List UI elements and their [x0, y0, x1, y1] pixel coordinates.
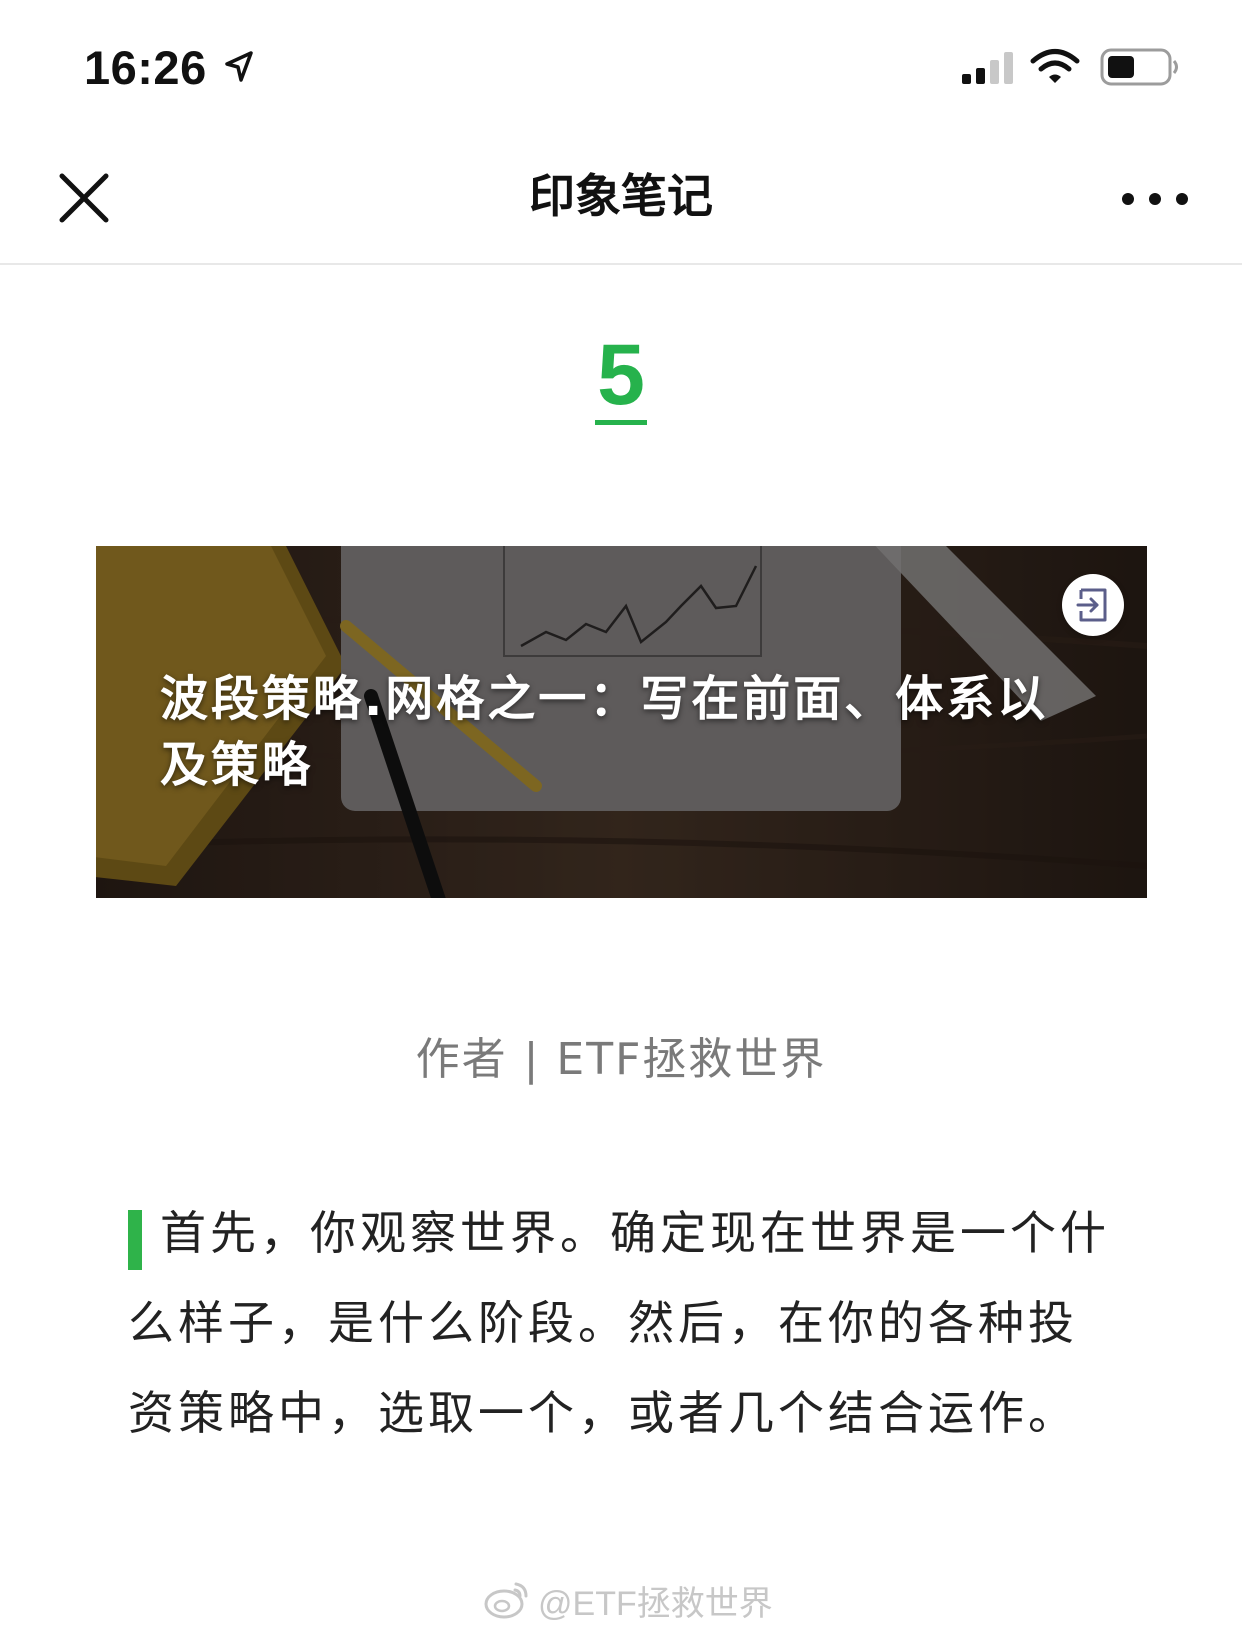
- navigation-bar: 印象笔记: [0, 130, 1242, 265]
- battery-icon: [1100, 48, 1178, 86]
- location-arrow-icon: [225, 51, 253, 82]
- more-options-button[interactable]: [1120, 182, 1190, 216]
- banner-title: 波段策略.网格之一：写在前面、体系以及策略: [160, 671, 1049, 793]
- share-exit-icon: [1076, 588, 1107, 622]
- close-icon: [59, 173, 109, 223]
- section-number: 5: [0, 330, 1242, 425]
- status-bar: 16:26: [0, 0, 1242, 130]
- weibo-icon: [484, 1582, 528, 1619]
- nav-title: 印象笔记: [529, 169, 713, 223]
- close-button[interactable]: [52, 166, 116, 230]
- article-paragraph: 首先，你观察世界。确定现在世界是一个什么样子，是什么阶段。然后，在你的各种投资策…: [128, 1200, 1118, 1458]
- wifi-icon: [1030, 49, 1080, 83]
- watermark-text: @ETF拯救世界: [538, 1584, 773, 1623]
- paragraph-text: 首先，你观察世界。确定现在世界是一个什么样子，是什么阶段。然后，在你的各种投资策…: [128, 1206, 1110, 1440]
- watermark: @ETF拯救世界: [484, 1572, 773, 1628]
- quote-bar: [128, 1210, 142, 1270]
- article-banner[interactable]: 波段策略.网格之一：写在前面、体系以及策略: [96, 546, 1147, 898]
- banner-share-button[interactable]: [1062, 574, 1124, 636]
- cellular-signal-icon: [962, 52, 1013, 84]
- more-dots-icon: [1122, 193, 1188, 205]
- status-time: 16:26: [84, 41, 207, 94]
- section-number-link[interactable]: 5: [595, 330, 647, 425]
- author-line: 作者 | ETF拯救世界: [415, 1034, 827, 1085]
